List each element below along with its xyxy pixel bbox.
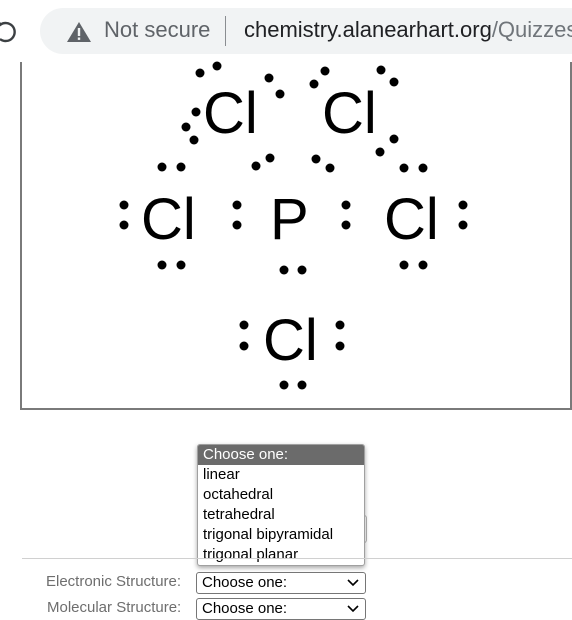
cl-atom-bottom: Cl <box>263 308 318 373</box>
electronic-structure-label: Electronic Structure: <box>46 573 182 590</box>
dropdown-listbox[interactable]: Choose one: linear octahedral tetrahedra… <box>197 444 365 566</box>
option-tetrahedral[interactable]: tetrahedral <box>198 505 364 525</box>
option-trigonal-planar[interactable]: trigonal planar <box>198 545 364 565</box>
p-atom-center: P <box>270 187 309 252</box>
electronic-structure-select[interactable]: Choose one: <box>196 572 366 594</box>
option-linear[interactable]: linear <box>198 465 364 485</box>
option-octahedral[interactable]: octahedral <box>198 485 364 505</box>
electronic-structure-value: Choose one: <box>202 574 288 591</box>
chevron-down-icon <box>347 605 359 613</box>
molecular-structure-label: Molecular Structure: <box>47 599 182 616</box>
molecular-structure-value: Choose one: <box>202 600 288 617</box>
chevron-down-icon <box>347 579 359 587</box>
option-choose-one[interactable]: Choose one: <box>198 445 364 465</box>
option-trigonal-bipyramidal[interactable]: trigonal bipyramidal <box>198 525 364 545</box>
cl-atom-upper-left: Cl <box>203 81 258 146</box>
lewis-structure-image: Cl Cl Cl P Cl Cl <box>20 61 572 410</box>
molecular-structure-select[interactable]: Choose one: <box>196 598 366 620</box>
divider <box>22 558 572 559</box>
cl-atom-upper-right: Cl <box>322 81 377 146</box>
cl-atom-right: Cl <box>384 187 439 252</box>
cl-atom-left: Cl <box>141 187 196 252</box>
